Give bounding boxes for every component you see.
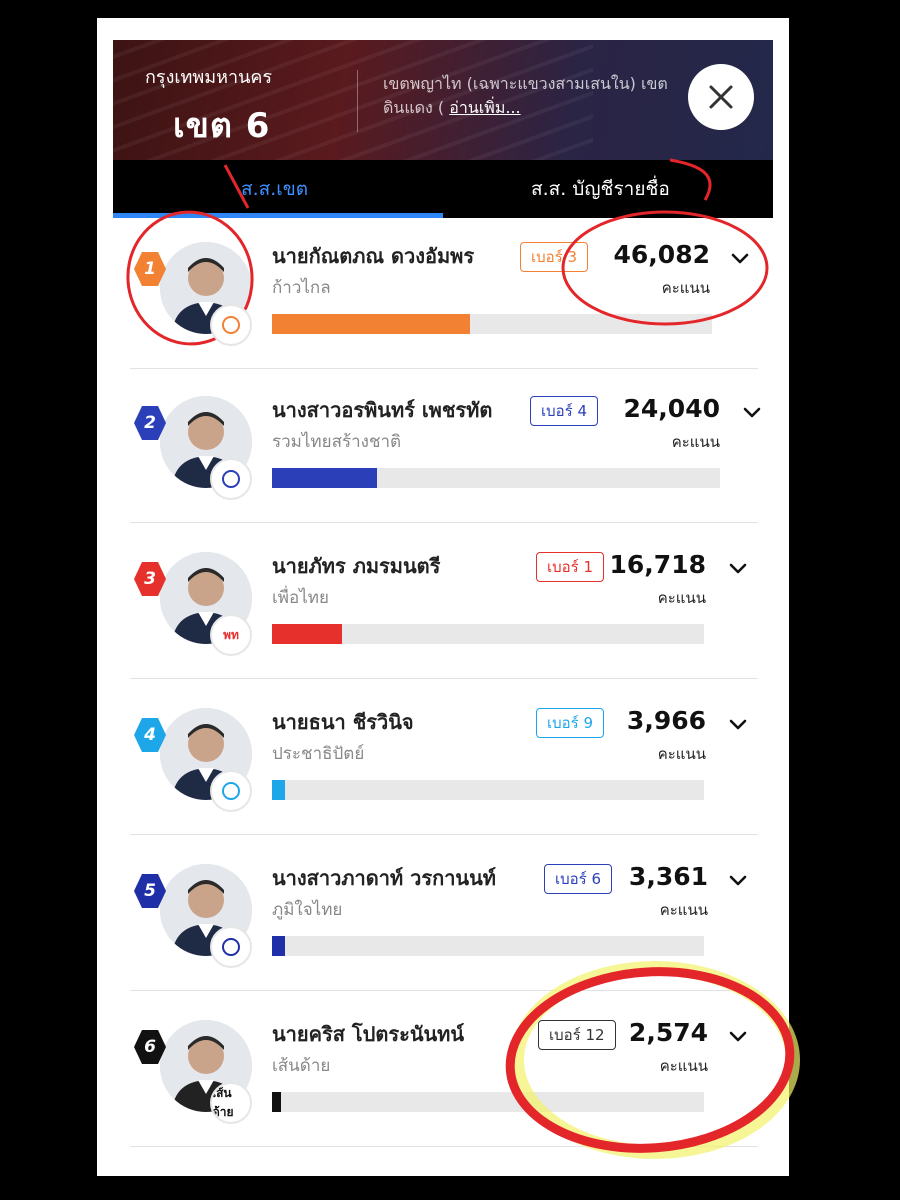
candidate-card[interactable]: 4 นายธนา ชีรวินิจ ประชาธิปัตย์ เบอร์ 9 3… — [130, 684, 758, 835]
district-description: เขตพญาไท (เฉพาะแขวงสามเสนใน) เขต ดินแดง … — [383, 72, 713, 120]
candidate-name: นายภัทร ภมรมนตรี — [272, 554, 441, 578]
vote-share-track — [272, 314, 712, 334]
district-header: กรุงเทพมหานคร เขต 6 เขตพญาไท (เฉพาะแขวงส… — [113, 40, 773, 160]
candidate-name: นายกัณตภณ ดวงอัมพร — [272, 244, 475, 268]
vote-share-track — [272, 468, 720, 488]
tab-bar: ส.ส.เขต ส.ส. บัญชีรายชื่อ — [113, 160, 773, 218]
chevron-down-icon[interactable] — [726, 868, 750, 892]
district-title: เขต 6 — [173, 106, 271, 146]
tab-party-list-mp[interactable]: ส.ส. บัญชีรายชื่อ — [531, 174, 670, 204]
party-emblem-icon — [222, 782, 240, 800]
rank-number: 5 — [144, 881, 156, 901]
close-icon — [709, 85, 733, 109]
vote-share-bar — [272, 314, 470, 334]
vote-share-bar — [272, 936, 285, 956]
party-emblem-icon — [222, 316, 240, 334]
city-name: กรุงเทพมหานคร — [145, 67, 273, 88]
ballot-number-badge: เบอร์ 3 — [520, 242, 589, 272]
vote-unit-label: คะแนน — [659, 901, 708, 919]
tab-constituency-mp[interactable]: ส.ส.เขต — [241, 174, 308, 204]
party-name: เพื่อไทย — [272, 588, 329, 608]
candidate-card[interactable]: 6 เส้นด้าย นายคริส โปตระนันทน์ เส้นด้าย … — [130, 996, 758, 1147]
party-emblem-icon — [220, 624, 242, 646]
party-name: ก้าวไกล — [272, 278, 331, 298]
vote-count: 2,574 — [628, 1018, 708, 1047]
vote-share-bar — [272, 780, 285, 800]
vote-share-track — [272, 780, 704, 800]
vote-count: 16,718 — [609, 550, 706, 579]
vote-unit-label: คะแนน — [661, 279, 710, 297]
vote-count: 3,966 — [626, 706, 706, 735]
vote-unit-label: คะแนน — [671, 433, 720, 451]
move-forward-logo — [210, 304, 252, 346]
party-name: ประชาธิปัตย์ — [272, 744, 365, 764]
candidate-card[interactable]: 3 พท นายภัทร ภมรมนตรี เพื่อไทย เบอร์ 1 1… — [130, 528, 758, 679]
chevron-down-icon[interactable] — [726, 712, 750, 736]
vote-share-bar — [272, 1092, 281, 1112]
candidate-name: นายธนา ชีรวินิจ — [272, 710, 414, 734]
chevron-down-icon[interactable] — [740, 400, 764, 424]
party-name: รวมไทยสร้างชาติ — [272, 432, 402, 452]
close-button[interactable] — [688, 64, 754, 130]
ballot-number-badge: เบอร์ 1 — [536, 552, 605, 582]
vote-unit-label: คะแนน — [657, 589, 706, 607]
rank-number: 3 — [144, 569, 156, 589]
chevron-down-icon[interactable] — [728, 246, 752, 270]
party-emblem-icon — [220, 1092, 242, 1114]
district-description-line1: เขตพญาไท (เฉพาะแขวงสามเสนใน) เขต — [383, 74, 668, 93]
candidate-card[interactable]: 5 นางสาวภาดาท์ วรกานนท์ ภูมิใจไทย เบอร์ … — [130, 840, 758, 991]
district-description-line2: ดินแดง ( อ่านเพิ่ม... — [383, 96, 713, 120]
vote-share-bar — [272, 624, 343, 644]
sen-dai-logo: เส้นด้าย — [210, 1082, 252, 1124]
party-name: เส้นด้าย — [272, 1056, 331, 1076]
vote-unit-label: คะแนน — [657, 745, 706, 763]
vote-count: 24,040 — [623, 394, 720, 423]
ruam-thai-sang-chart-logo — [210, 458, 252, 500]
ballot-number-badge: เบอร์ 4 — [530, 396, 599, 426]
rank-number: 2 — [144, 413, 156, 433]
district-description-prefix: ดินแดง ( — [383, 98, 445, 117]
candidate-name: นางสาวภาดาท์ วรกานนท์ — [272, 866, 496, 890]
candidate-card[interactable]: 1 นายกัณตภณ ดวงอัมพร ก้าวไกล เบอร์ 3 46,… — [130, 218, 758, 369]
vote-count: 46,082 — [613, 240, 710, 269]
rank-number: 6 — [144, 1037, 156, 1057]
vote-unit-label: คะแนน — [659, 1057, 708, 1075]
vote-share-track — [272, 624, 704, 644]
candidate-name: นางสาวอรพินทร์ เพชรทัต — [272, 398, 493, 422]
party-name: ภูมิใจไทย — [272, 900, 343, 920]
rank-number: 1 — [144, 259, 156, 279]
candidate-card[interactable]: 2 นางสาวอรพินทร์ เพชรทัต รวมไทยสร้างชาติ… — [130, 372, 761, 523]
bhumjaithai-logo — [210, 926, 252, 968]
pheu-thai-logo: พท — [210, 614, 252, 656]
candidate-name: นายคริส โปตระนันทน์ — [272, 1022, 465, 1046]
vote-share-track — [272, 936, 704, 956]
party-emblem-icon — [222, 470, 240, 488]
chevron-down-icon[interactable] — [726, 1024, 750, 1048]
vote-share-bar — [272, 468, 378, 488]
read-more-link[interactable]: อ่านเพิ่ม... — [449, 98, 520, 117]
chevron-down-icon[interactable] — [726, 556, 750, 580]
party-emblem-icon — [222, 938, 240, 956]
rank-number: 4 — [144, 725, 156, 745]
democrat-logo — [210, 770, 252, 812]
header-divider — [357, 70, 358, 132]
ballot-number-badge: เบอร์ 9 — [536, 708, 605, 738]
vote-count: 3,361 — [628, 862, 708, 891]
vote-share-track — [272, 1092, 704, 1112]
